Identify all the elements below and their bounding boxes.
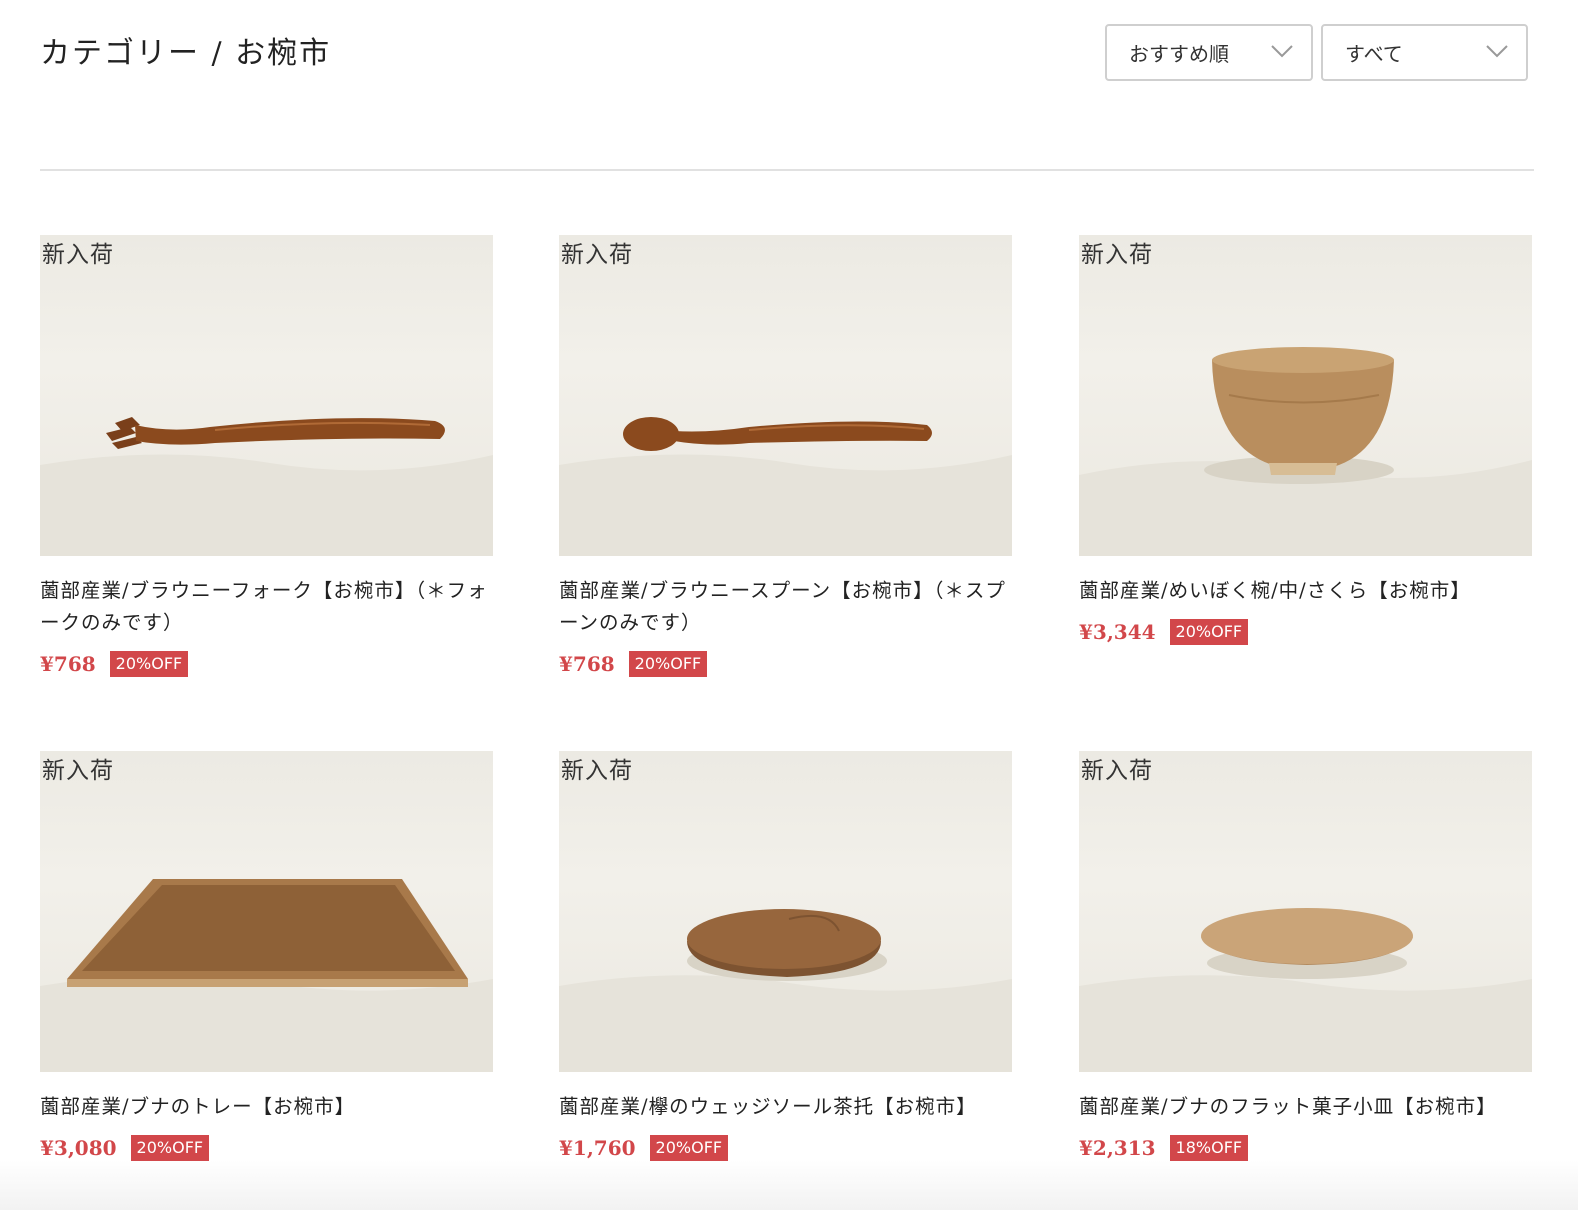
discount-badge: 20%OFF bbox=[109, 651, 189, 677]
discount-badge: 20%OFF bbox=[1169, 619, 1249, 645]
discount-badge: 18%OFF bbox=[1169, 1135, 1249, 1161]
product-image-fork[interactable] bbox=[40, 235, 493, 556]
new-arrival-badge: 新入荷 bbox=[561, 758, 633, 784]
product-price: ¥768 bbox=[40, 652, 96, 676]
page-title: カテゴリー / お椀市 bbox=[40, 36, 332, 71]
product-name[interactable]: 薗部産業/ブラウニーフォーク【お椀市】（＊フォークのみです） bbox=[40, 575, 493, 639]
product-price: ¥3,080 bbox=[40, 1136, 117, 1160]
product-name[interactable]: 薗部産業/めいぼく椀/中/さくら【お椀市】 bbox=[1079, 575, 1532, 607]
filter-select[interactable]: すべて bbox=[1321, 24, 1528, 81]
product-image-spoon[interactable] bbox=[559, 235, 1012, 556]
product-name[interactable]: 薗部産業/ブナのフラット菓子小皿【お椀市】 bbox=[1079, 1091, 1532, 1123]
product-name[interactable]: 薗部産業/欅のウェッジソール茶托【お椀市】 bbox=[559, 1091, 1012, 1123]
product-name[interactable]: 薗部産業/ブナのトレー【お椀市】 bbox=[40, 1091, 493, 1123]
price-row: ¥3,080 20%OFF bbox=[40, 1135, 210, 1161]
header-divider bbox=[40, 169, 1534, 171]
discount-badge: 20%OFF bbox=[649, 1135, 729, 1161]
product-price: ¥2,313 bbox=[1079, 1136, 1156, 1160]
product-image-bowl[interactable] bbox=[1079, 235, 1532, 556]
bottom-fade bbox=[0, 1160, 1578, 1210]
new-arrival-badge: 新入荷 bbox=[42, 758, 114, 784]
price-row: ¥1,760 20%OFF bbox=[559, 1135, 729, 1161]
product-image-saucer[interactable] bbox=[559, 751, 1012, 1072]
filter-select-value: すべて bbox=[1345, 42, 1403, 66]
chevron-down-icon bbox=[1486, 45, 1508, 58]
product-price: ¥768 bbox=[559, 652, 615, 676]
chevron-down-icon bbox=[1271, 45, 1293, 58]
product-image-tray[interactable] bbox=[40, 751, 493, 1072]
product-price: ¥1,760 bbox=[559, 1136, 636, 1160]
price-row: ¥3,344 20%OFF bbox=[1079, 619, 1249, 645]
sort-select[interactable]: おすすめ順 bbox=[1105, 24, 1313, 81]
sort-select-value: おすすめ順 bbox=[1129, 42, 1229, 66]
new-arrival-badge: 新入荷 bbox=[1081, 758, 1153, 784]
price-row: ¥2,313 18%OFF bbox=[1079, 1135, 1249, 1161]
new-arrival-badge: 新入荷 bbox=[42, 242, 114, 268]
product-name[interactable]: 薗部産業/ブラウニースプーン【お椀市】（＊スプーンのみです） bbox=[559, 575, 1012, 639]
product-price: ¥3,344 bbox=[1079, 620, 1156, 644]
discount-badge: 20%OFF bbox=[628, 651, 708, 677]
price-row: ¥768 20%OFF bbox=[559, 651, 708, 677]
price-row: ¥768 20%OFF bbox=[40, 651, 189, 677]
discount-badge: 20%OFF bbox=[130, 1135, 210, 1161]
product-image-plate[interactable] bbox=[1079, 751, 1532, 1072]
new-arrival-badge: 新入荷 bbox=[561, 242, 633, 268]
new-arrival-badge: 新入荷 bbox=[1081, 242, 1153, 268]
